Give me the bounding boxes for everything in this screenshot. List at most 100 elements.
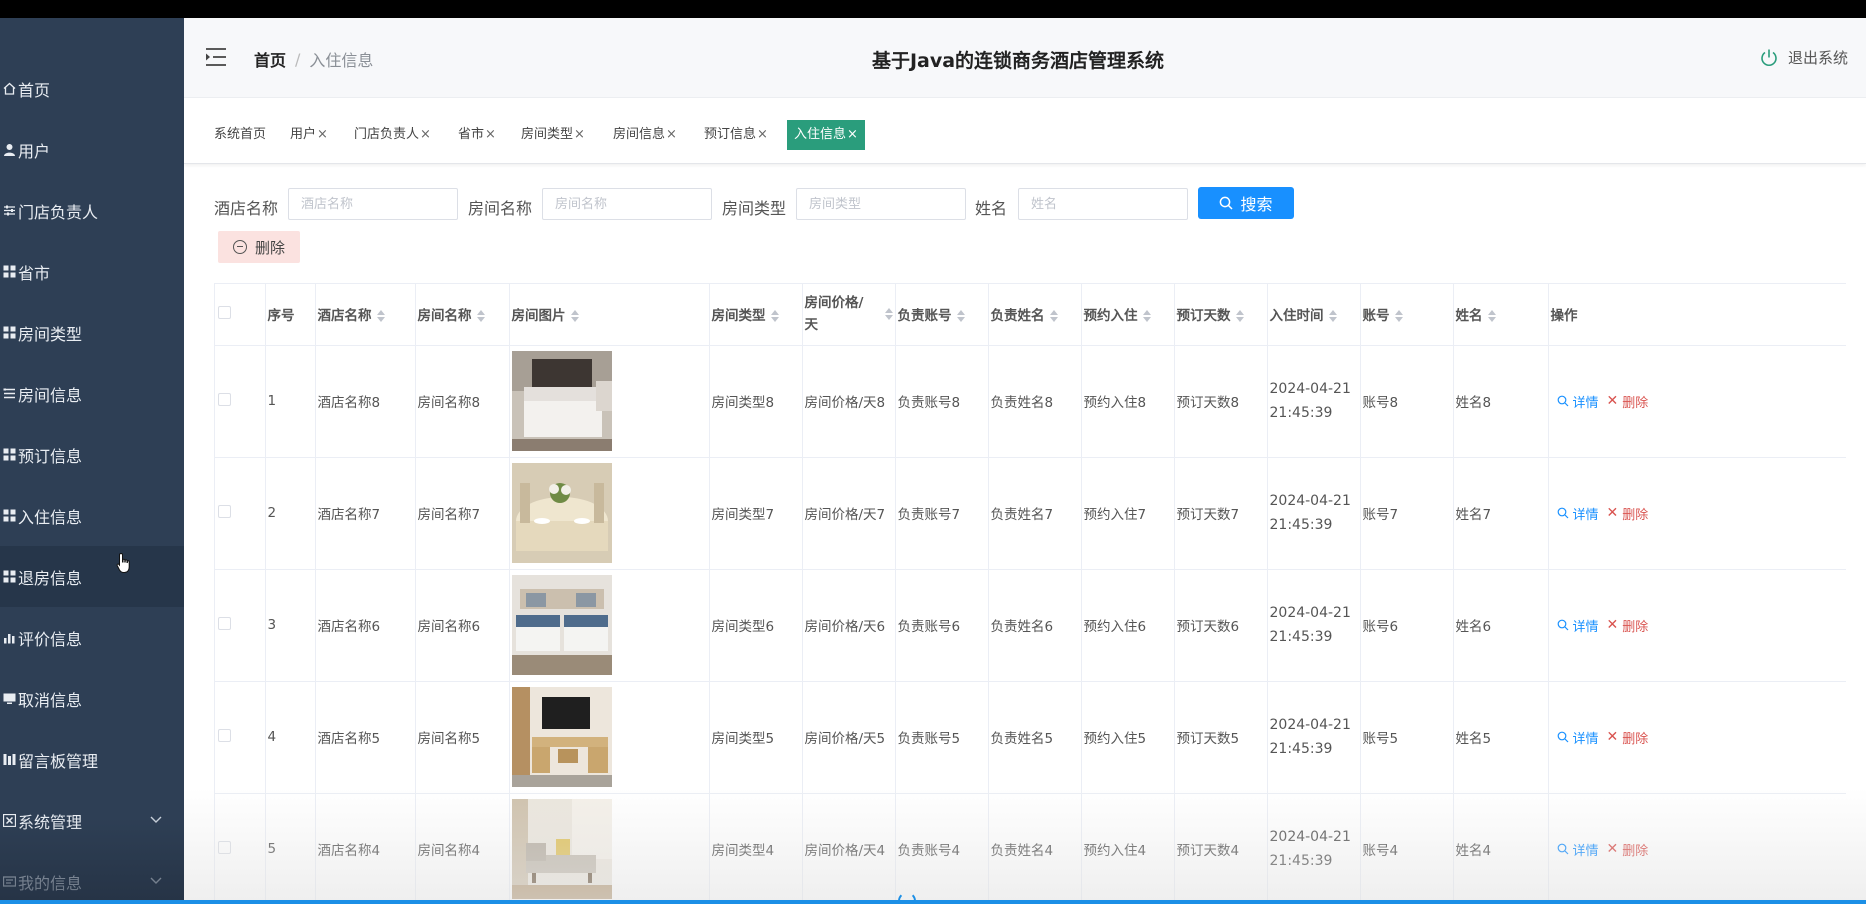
tab-store-managers[interactable]: 门店负责人× — [354, 120, 431, 150]
column-header-sortable[interactable]: 房间名称 — [415, 284, 510, 346]
cell-manager-account: 负责账号4 — [895, 793, 989, 904]
sidebar-item-reservations[interactable]: 预订信息 — [0, 424, 184, 485]
column-header-sortable[interactable]: 入住时间 — [1267, 284, 1361, 346]
cell-hotel: 酒店名称7 — [315, 457, 416, 570]
sort-icon[interactable] — [1142, 310, 1151, 323]
cell-days: 预订天数7 — [1174, 457, 1268, 570]
delete-button[interactable]: ✕ 删除 — [1607, 728, 1649, 747]
sort-icon[interactable] — [376, 310, 385, 323]
name-input[interactable] — [1018, 188, 1188, 220]
sidebar-item-system-management[interactable]: 系统管理 — [0, 790, 184, 851]
column-header-sortable[interactable]: 房间价格/天 — [802, 284, 896, 346]
detail-button[interactable]: 详情 — [1557, 392, 1599, 411]
cell-manager-account: 负责账号8 — [895, 345, 989, 458]
room-type-input[interactable] — [796, 188, 966, 220]
cell-time: 21:45:39 — [1269, 853, 1333, 869]
sidebar-item-province[interactable]: 省市 — [0, 241, 184, 302]
row-checkbox[interactable] — [218, 504, 231, 518]
close-icon: ✕ — [1606, 617, 1619, 633]
sort-icon[interactable] — [476, 310, 485, 323]
sidebar-item-cancellations[interactable]: 取消信息 — [0, 668, 184, 729]
row-checkbox[interactable] — [218, 728, 231, 742]
sidebar-item-store-managers[interactable]: 门店负责人 — [0, 180, 184, 241]
column-header-sortable[interactable]: 酒店名称 — [315, 284, 416, 346]
logout-button[interactable]: 退出系统 — [1759, 47, 1848, 68]
close-icon[interactable]: × — [847, 127, 858, 142]
delete-button[interactable]: ✕ 删除 — [1607, 616, 1649, 635]
sidebar-item-users[interactable]: 用户 — [0, 119, 184, 180]
detail-button[interactable]: 详情 — [1557, 840, 1599, 859]
sort-icon[interactable] — [1394, 310, 1403, 323]
batch-delete-button[interactable]: 删除 — [218, 231, 300, 263]
tab-province[interactable]: 省市× — [458, 120, 496, 150]
detail-label: 详情 — [1572, 395, 1599, 411]
column-header-sortable[interactable]: 负责账号 — [895, 284, 989, 346]
tab-users[interactable]: 用户× — [290, 120, 328, 150]
sidebar-item-label: 系统管理 — [18, 812, 83, 832]
close-icon[interactable]: × — [317, 127, 328, 142]
close-icon[interactable]: × — [485, 127, 496, 142]
search-button[interactable]: 搜索 — [1198, 187, 1294, 219]
close-icon[interactable]: × — [420, 127, 431, 142]
delete-button[interactable]: ✕ 删除 — [1607, 504, 1649, 523]
delete-button[interactable]: ✕ 删除 — [1607, 392, 1649, 411]
cell-time: 21:45:39 — [1269, 629, 1333, 645]
sort-icon[interactable] — [1235, 310, 1244, 323]
sort-icon[interactable] — [1049, 310, 1058, 323]
search-icon — [1557, 507, 1568, 519]
tab-room-types[interactable]: 房间类型× — [521, 120, 585, 150]
tab-label: 房间信息 — [613, 127, 666, 142]
detail-button[interactable]: 详情 — [1557, 728, 1599, 747]
column-header-sortable[interactable]: 预订天数 — [1174, 284, 1268, 346]
cell-actions: 详情 ✕ 删除 — [1548, 457, 1846, 570]
sidebar-item-my-info[interactable]: 我的信息 — [0, 851, 184, 904]
column-header-sortable[interactable]: 房间类型 — [709, 284, 803, 346]
sort-icon[interactable] — [770, 310, 779, 323]
close-icon[interactable]: × — [574, 127, 585, 142]
sidebar-item-label: 省市 — [18, 263, 51, 283]
sidebar-item-room-info[interactable]: 房间信息 — [0, 363, 184, 424]
column-header-label: 预订天数 — [1176, 308, 1231, 325]
tab-room-info[interactable]: 房间信息× — [613, 120, 677, 150]
close-icon[interactable]: × — [757, 127, 768, 142]
sort-icon[interactable] — [1487, 310, 1496, 323]
cell-text: 预约入住4 — [1083, 843, 1147, 859]
sidebar-item-reviews[interactable]: 评价信息 — [0, 607, 184, 668]
tab-system-home[interactable]: 系统首页 — [214, 120, 266, 150]
column-header-sortable[interactable]: 房间图片 — [509, 284, 710, 346]
cell-date: 2024-04-21 — [1269, 493, 1351, 509]
tab-checkin-active[interactable]: 入住信息× — [787, 120, 865, 150]
row-checkbox[interactable] — [218, 392, 231, 406]
sort-icon[interactable] — [956, 310, 965, 323]
room-photo — [511, 463, 707, 563]
delete-button[interactable]: ✕ 删除 — [1607, 840, 1649, 859]
select-all-checkbox[interactable] — [218, 305, 231, 319]
column-header-sortable[interactable]: 预约入住 — [1081, 284, 1175, 346]
row-checkbox[interactable] — [218, 840, 231, 854]
sort-icon[interactable] — [570, 310, 579, 323]
detail-button[interactable]: 详情 — [1557, 504, 1599, 523]
card-icon — [0, 875, 18, 888]
cell-text: 预约入住6 — [1083, 619, 1147, 635]
column-header-sortable[interactable]: 姓名 — [1453, 284, 1549, 346]
detail-button[interactable]: 详情 — [1557, 616, 1599, 635]
sidebar-item-message-board[interactable]: 留言板管理 — [0, 729, 184, 790]
tab-reservations[interactable]: 预订信息× — [704, 120, 768, 150]
close-icon[interactable]: × — [666, 127, 677, 142]
tab-label: 系统首页 — [214, 127, 267, 142]
row-checkbox[interactable] — [218, 616, 231, 630]
sidebar-item-checkin[interactable]: 入住信息 — [0, 485, 184, 546]
cell-manager-name: 负责姓名5 — [988, 681, 1082, 794]
column-header-sortable[interactable]: 账号 — [1360, 284, 1454, 346]
cell-text: 负责账号5 — [897, 731, 961, 747]
sort-icon[interactable] — [1328, 310, 1337, 323]
column-header-sortable[interactable]: 负责姓名 — [988, 284, 1082, 346]
sidebar-item-room-types[interactable]: 房间类型 — [0, 302, 184, 363]
column-header-label: 负责账号 — [897, 308, 952, 325]
hotel-name-input[interactable] — [288, 188, 458, 220]
sidebar-item-home[interactable]: 首页 — [0, 58, 184, 119]
sidebar-item-label: 评价信息 — [18, 629, 83, 649]
sidebar-item-checkout[interactable]: 退房信息 — [0, 546, 184, 607]
room-name-input[interactable] — [542, 188, 712, 220]
sort-icon[interactable] — [884, 308, 893, 321]
